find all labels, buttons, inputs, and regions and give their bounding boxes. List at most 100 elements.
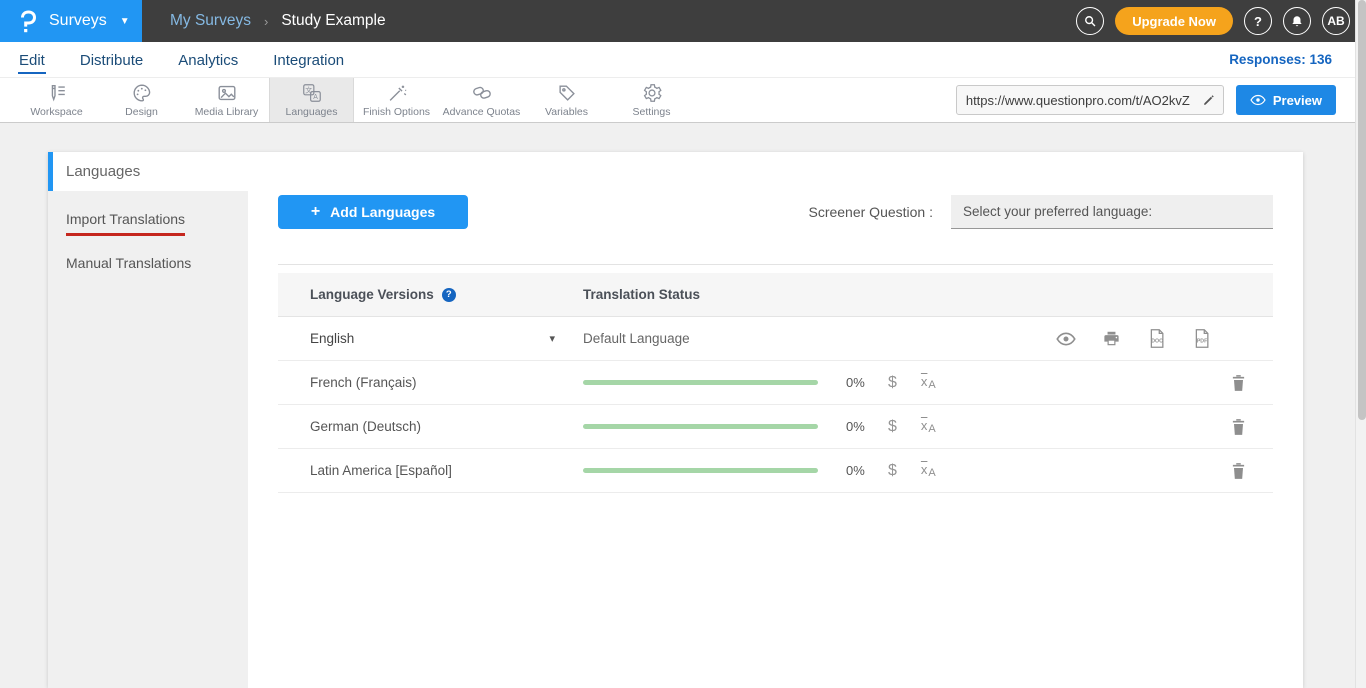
- avatar[interactable]: AB: [1322, 7, 1350, 35]
- eye-icon: [1250, 94, 1266, 106]
- chain-links-icon: [471, 82, 493, 104]
- notifications-button[interactable]: [1283, 7, 1311, 35]
- screener-question-label: Screener Question :: [808, 204, 933, 220]
- toolbar-item-advance-quotas[interactable]: Advance Quotas: [439, 78, 524, 122]
- languages-panel: Languages Import Translations Manual Tra…: [48, 152, 1303, 688]
- delete-language-button[interactable]: [1231, 418, 1246, 436]
- tab-analytics[interactable]: Analytics: [177, 46, 239, 74]
- print-icon[interactable]: [1102, 329, 1121, 348]
- page-scrollbar: [1355, 0, 1366, 688]
- delete-language-button[interactable]: [1231, 462, 1246, 480]
- auto-translate-icon[interactable]: xA: [921, 463, 936, 479]
- view-eye-icon[interactable]: [1056, 332, 1076, 346]
- palette-icon: [131, 82, 153, 104]
- toolbar-item-media-library[interactable]: Media Library: [184, 78, 269, 122]
- svg-text:A: A: [313, 94, 318, 101]
- active-section-accent: [48, 152, 53, 191]
- plus-icon: +: [311, 203, 320, 221]
- subnav-item-manual-translations[interactable]: Manual Translations: [48, 245, 248, 286]
- tab-edit[interactable]: Edit: [18, 46, 46, 74]
- table-row-language: Latin America [Español] 0% $ xA: [278, 449, 1273, 493]
- screener-question-select[interactable]: Select your preferred language:: [951, 195, 1273, 229]
- delete-language-button[interactable]: [1231, 374, 1246, 392]
- translation-progress-bar: [583, 468, 818, 473]
- svg-text:DOC: DOC: [1151, 339, 1163, 345]
- svg-text:PDF: PDF: [1197, 339, 1207, 345]
- workspace-icon: [46, 82, 68, 104]
- tag-icon: [556, 82, 578, 104]
- breadcrumb-current: Study Example: [281, 12, 385, 30]
- breadcrumb-my-surveys[interactable]: My Surveys: [170, 12, 251, 30]
- paid-translation-dollar-icon[interactable]: $: [888, 418, 897, 436]
- col-translation-status: Translation Status: [583, 287, 700, 302]
- languages-table: Language Versions ? Translation Status E…: [278, 273, 1273, 493]
- top-bar: Surveys ▼ My Surveys › Study Example Upg…: [0, 0, 1366, 42]
- tab-distribute[interactable]: Distribute: [79, 46, 144, 74]
- table-row-language: German (Deutsch) 0% $ xA: [278, 405, 1273, 449]
- edit-toolbar: Workspace Design Media Library: [0, 77, 1366, 123]
- panel-title: Languages: [66, 152, 140, 191]
- paid-translation-dollar-icon[interactable]: $: [888, 374, 897, 392]
- svg-text:文: 文: [305, 85, 312, 94]
- header-actions: Upgrade Now ? AB: [1076, 7, 1366, 35]
- pencil-icon: [1202, 93, 1216, 107]
- responses-count[interactable]: Responses: 136: [1229, 52, 1366, 67]
- col-language-versions: Language Versions: [310, 287, 434, 302]
- language-name: French (Français): [310, 375, 417, 390]
- product-switcher[interactable]: Surveys ▼: [0, 0, 142, 42]
- default-row-actions: DOC PDF: [1056, 328, 1211, 349]
- upgrade-now-button[interactable]: Upgrade Now: [1115, 7, 1233, 35]
- language-name: Latin America [Español]: [310, 463, 452, 478]
- magic-wand-icon: [386, 82, 408, 104]
- table-row-default-language: English ▾ Default Language: [278, 317, 1273, 361]
- survey-tabs: Edit Distribute Analytics Integration Re…: [0, 42, 1366, 77]
- translation-progress-bar: [583, 424, 818, 429]
- toolbar-item-settings[interactable]: Settings: [609, 78, 694, 122]
- image-icon: [216, 82, 238, 104]
- survey-url-input[interactable]: [957, 93, 1195, 108]
- language-rows: French (Français) 0% $ xA German (Deutsc…: [278, 361, 1273, 493]
- table-header: Language Versions ? Translation Status: [278, 273, 1273, 317]
- translate-icon: 文 A: [301, 82, 323, 104]
- chevron-down-icon[interactable]: ▾: [549, 332, 555, 345]
- questionpro-logo-icon: [16, 8, 40, 34]
- search-icon: [1083, 14, 1097, 28]
- auto-translate-icon[interactable]: xA: [921, 419, 936, 435]
- export-pdf-icon[interactable]: PDF: [1192, 328, 1211, 349]
- subnav-item-import-translations[interactable]: Import Translations: [48, 201, 248, 245]
- trash-icon: [1231, 462, 1246, 480]
- brand-name: Surveys: [49, 12, 107, 30]
- survey-url-box: [956, 85, 1224, 115]
- app-window: Surveys ▼ My Surveys › Study Example Upg…: [0, 0, 1366, 688]
- toolbar-item-workspace[interactable]: Workspace: [14, 78, 99, 122]
- breadcrumb: My Surveys › Study Example: [170, 12, 386, 30]
- default-language-label: Default Language: [583, 331, 690, 346]
- add-languages-button[interactable]: + Add Languages: [278, 195, 468, 229]
- bell-icon: [1290, 14, 1304, 29]
- languages-subnav: Import Translations Manual Translations: [48, 191, 248, 688]
- language-name: English: [310, 331, 354, 346]
- help-button[interactable]: ?: [1244, 7, 1272, 35]
- edit-url-button[interactable]: [1195, 86, 1223, 114]
- tab-integration[interactable]: Integration: [272, 46, 345, 74]
- language-name: German (Deutsch): [310, 419, 421, 434]
- toolbar-item-languages[interactable]: 文 A Languages: [269, 78, 354, 122]
- auto-translate-icon[interactable]: xA: [921, 375, 936, 391]
- toolbar-item-variables[interactable]: Variables: [524, 78, 609, 122]
- scrollbar-thumb[interactable]: [1358, 0, 1366, 420]
- question-mark-icon: ?: [1254, 14, 1262, 29]
- preview-button[interactable]: Preview: [1236, 85, 1336, 115]
- toolbar-right: Preview: [956, 78, 1366, 122]
- table-row-language: French (Français) 0% $ xA: [278, 361, 1273, 405]
- gear-icon: [641, 82, 663, 104]
- toolbar-item-design[interactable]: Design: [99, 78, 184, 122]
- trash-icon: [1231, 374, 1246, 392]
- toolbar-item-finish-options[interactable]: Finish Options: [354, 78, 439, 122]
- translation-percent: 0%: [846, 375, 872, 390]
- paid-translation-dollar-icon[interactable]: $: [888, 462, 897, 480]
- export-doc-icon[interactable]: DOC: [1147, 328, 1166, 349]
- search-button[interactable]: [1076, 7, 1104, 35]
- help-icon[interactable]: ?: [442, 288, 456, 302]
- trash-icon: [1231, 418, 1246, 436]
- chevron-down-icon: ▼: [120, 16, 130, 27]
